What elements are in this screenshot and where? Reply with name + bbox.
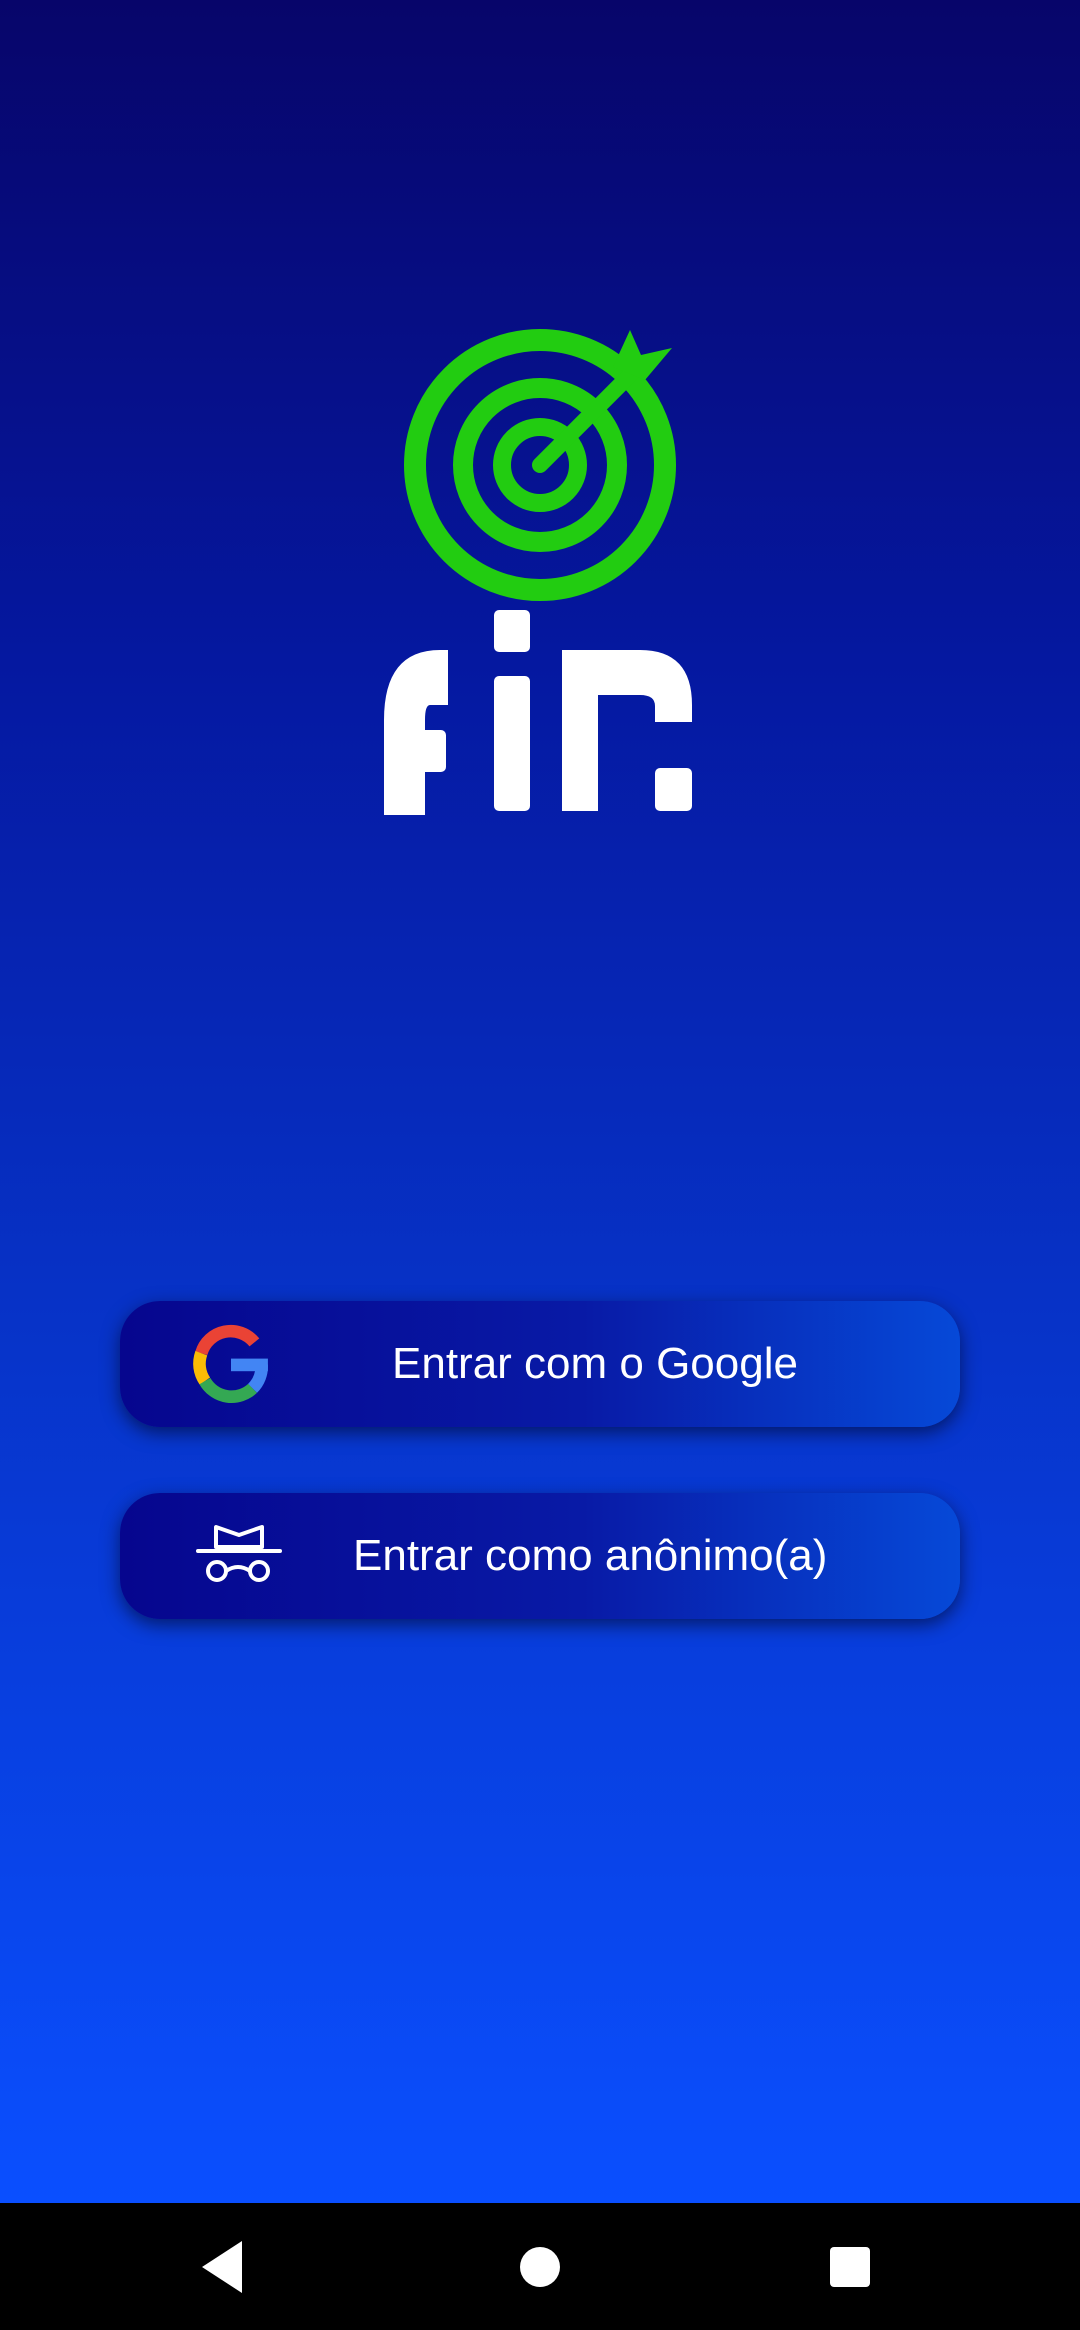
login-screen: Entrar com o Google Entrar como anônimo(… xyxy=(0,0,1080,2203)
target-arrow-icon xyxy=(404,329,676,601)
google-g-icon xyxy=(193,1324,268,1403)
google-sign-in-button[interactable]: Entrar com o Google xyxy=(120,1301,960,1427)
system-navigation-bar xyxy=(0,2203,1080,2330)
recents-square-icon[interactable] xyxy=(814,2231,886,2303)
google-sign-in-label: Entrar com o Google xyxy=(392,1339,798,1388)
fin-wordmark xyxy=(384,610,692,815)
anonymous-sign-in-button[interactable]: Entrar como anônimo(a) xyxy=(120,1493,960,1619)
incognito-icon xyxy=(196,1525,282,1582)
app-logo xyxy=(384,329,692,815)
home-circle-icon[interactable] xyxy=(504,2231,576,2303)
back-triangle-icon[interactable] xyxy=(190,2231,262,2303)
anonymous-sign-in-label: Entrar como anônimo(a) xyxy=(353,1531,828,1580)
